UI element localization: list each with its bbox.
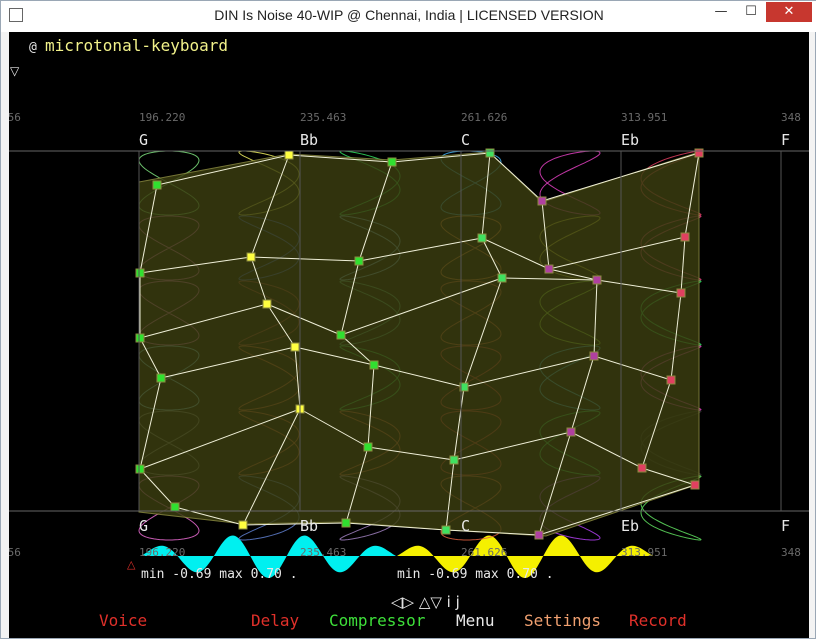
drone-handle[interactable]: [537, 196, 547, 206]
note-label: Bb: [300, 131, 318, 149]
note-label: G: [139, 131, 148, 149]
note-label: F: [781, 131, 790, 149]
mode-prefix: @: [29, 40, 37, 55]
drone-handle[interactable]: [497, 273, 507, 283]
frequency-label: 348: [781, 546, 801, 559]
navigation-glyphs[interactable]: ◁▷ △▽ i j: [391, 593, 460, 611]
mesh-area: [138, 151, 700, 537]
frequency-label: 956: [9, 546, 21, 559]
drone-handle[interactable]: [156, 373, 166, 383]
drone-handle[interactable]: [589, 351, 599, 361]
keyboard-canvas[interactable]: @ microtonal-keyboard ▽ 956 196.220 235.…: [9, 32, 809, 638]
drone-handle[interactable]: [666, 375, 676, 385]
mode-label[interactable]: microtonal-keyboard: [45, 36, 228, 55]
frequency-label: 956: [9, 111, 21, 124]
title-bar[interactable]: DIN Is Noise 40-WIP @ Chennai, India | L…: [1, 1, 816, 32]
drone-handle[interactable]: [135, 268, 145, 278]
menu-item-delay[interactable]: Delay: [251, 611, 300, 630]
maximize-button[interactable]: ☐: [736, 2, 766, 22]
note-label: C: [461, 131, 470, 149]
menu-item-record[interactable]: Record: [629, 611, 687, 630]
note-label: Eb: [621, 131, 639, 149]
drone-handle[interactable]: [680, 232, 690, 242]
drone-mesh[interactable]: [135, 148, 704, 540]
drone-handle[interactable]: [485, 148, 495, 158]
drone-handle[interactable]: [449, 455, 459, 465]
drone-handle[interactable]: [246, 252, 256, 262]
note-label: G: [139, 517, 148, 535]
drone-handle[interactable]: [544, 264, 554, 274]
drone-handle[interactable]: [534, 530, 544, 540]
frequency-label: 196.220: [139, 111, 185, 124]
menu-item-compressor[interactable]: Compressor: [329, 611, 426, 630]
frequency-label: 196.220: [139, 546, 185, 559]
drone-handle[interactable]: [637, 463, 647, 473]
drone-handle[interactable]: [170, 502, 180, 512]
frequency-label: 235.463: [300, 111, 346, 124]
frequency-label: 348: [781, 111, 801, 124]
drone-handle[interactable]: [441, 525, 451, 535]
drone-handle[interactable]: [290, 342, 300, 352]
drone-handle[interactable]: [336, 330, 346, 340]
note-label: Eb: [621, 517, 639, 535]
status-right: min -0.69 max 0.70 .: [397, 567, 554, 582]
status-marker-icon: △: [127, 558, 136, 571]
drone-handle[interactable]: [135, 333, 145, 343]
note-label: Bb: [300, 517, 318, 535]
frequency-label: 235.463: [300, 546, 346, 559]
drone-handle[interactable]: [477, 233, 487, 243]
drone-handle[interactable]: [341, 518, 351, 528]
drone-handle[interactable]: [262, 299, 272, 309]
window-title: DIN Is Noise 40-WIP @ Chennai, India | L…: [214, 7, 604, 23]
frequency-label: 261.626: [461, 111, 507, 124]
drone-handle[interactable]: [566, 427, 576, 437]
frequency-label: 313.951: [621, 546, 667, 559]
drone-handle[interactable]: [363, 442, 373, 452]
note-label: F: [781, 517, 790, 535]
drone-handle[interactable]: [284, 150, 294, 160]
drone-handle[interactable]: [592, 275, 602, 285]
menu-item-voice[interactable]: Voice: [99, 611, 147, 630]
menu-item-menu[interactable]: Menu: [456, 611, 495, 630]
note-label: C: [461, 517, 470, 535]
drone-handle[interactable]: [152, 180, 162, 190]
menu-item-settings[interactable]: Settings: [524, 611, 601, 630]
status-left: min -0.69 max 0.70 .: [141, 567, 298, 582]
drone-handle[interactable]: [135, 464, 145, 474]
frequency-label: 261.626: [461, 546, 507, 559]
menu-toggle-icon[interactable]: ▽: [10, 64, 20, 78]
close-button[interactable]: ✕: [766, 2, 812, 22]
frequency-label: 313.951: [621, 111, 667, 124]
drone-handle[interactable]: [369, 360, 379, 370]
drone-handle[interactable]: [676, 288, 686, 298]
drone-handle[interactable]: [354, 256, 364, 266]
app-window: DIN Is Noise 40-WIP @ Chennai, India | L…: [0, 0, 816, 639]
minimize-button[interactable]: —: [706, 2, 736, 22]
drone-handle[interactable]: [387, 157, 397, 167]
drone-handle[interactable]: [238, 520, 248, 530]
drone-handle[interactable]: [690, 480, 700, 490]
drone-handle[interactable]: [694, 148, 704, 158]
